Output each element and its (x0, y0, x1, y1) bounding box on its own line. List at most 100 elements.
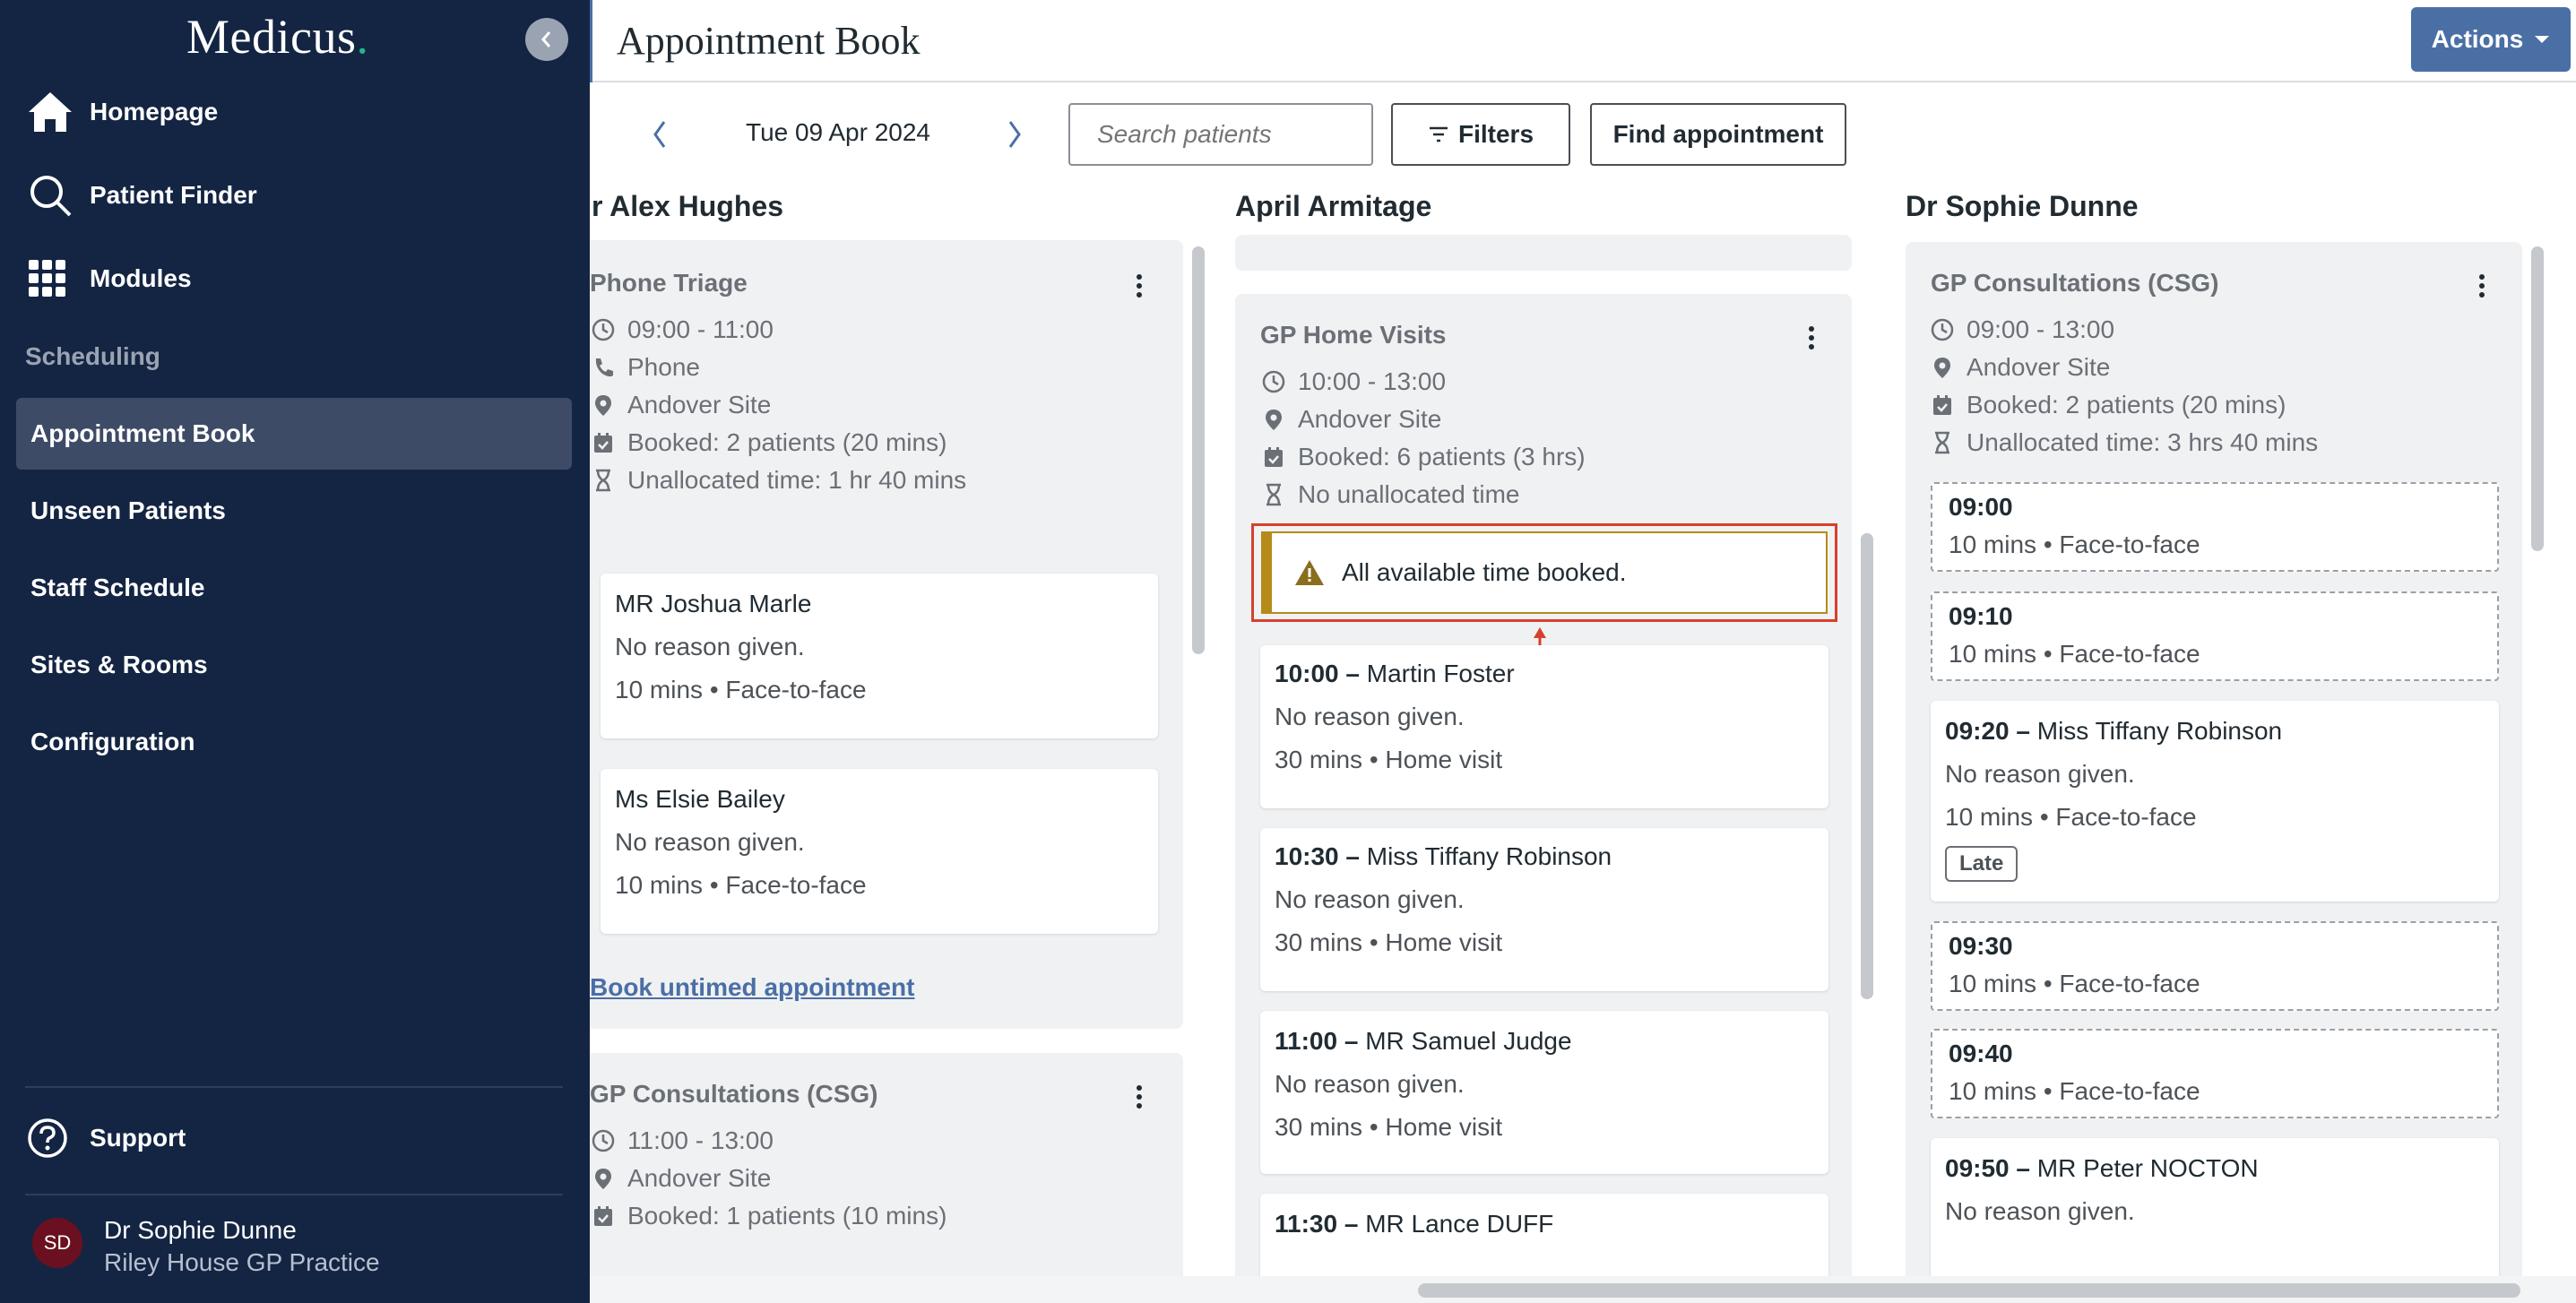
calendar-check-icon (1933, 395, 1951, 415)
appointment-card[interactable]: 09:50 – MR Peter NOCTON No reason given. (1931, 1138, 2499, 1299)
kebab-menu-icon[interactable] (1809, 326, 1814, 353)
appointment-card[interactable]: 11:00 – MR Samuel Judge No reason given.… (1260, 1011, 1828, 1174)
kebab-menu-icon[interactable] (1137, 274, 1142, 301)
page-header: Appointment Book (590, 0, 2576, 82)
session-unallocated: Unallocated time: 3 hrs 40 mins (1931, 428, 2318, 457)
session-site: Andover Site (592, 391, 771, 419)
session-time: 09:00 - 11:00 (592, 315, 774, 344)
caret-down-icon (2535, 36, 2550, 43)
alert-banner: All available time booked. (1261, 531, 1828, 614)
clock-icon (592, 318, 615, 341)
home-icon (29, 92, 72, 132)
chevron-left-icon (541, 31, 551, 47)
previous-day-icon[interactable] (651, 115, 669, 154)
filter-icon (1429, 126, 1448, 142)
column-scrollbar[interactable] (2531, 246, 2544, 551)
annotation-highlight: All available time booked. (1251, 523, 1837, 622)
section-title-scheduling: Scheduling (25, 342, 160, 370)
page-title: Appointment Book (617, 19, 921, 63)
session-site: Andover Site (1262, 405, 1441, 434)
free-slot[interactable]: 09:00 10 mins • Face-to-face (1931, 482, 2499, 572)
session-booked: Booked: 2 patients (20 mins) (592, 428, 947, 457)
sidebar-item-staff-schedule[interactable]: Staff Schedule (16, 552, 572, 624)
column-header-april-armitage: April Armitage (1235, 190, 1432, 222)
session-unallocated: No unallocated time (1262, 480, 1519, 509)
sidebar-item-configuration[interactable]: Configuration (16, 706, 572, 778)
session-gp-home-visits: GP Home Visits 10:00 - 13:00 Andover Sit… (1235, 294, 1852, 1303)
current-date[interactable]: Tue 09 Apr 2024 (746, 118, 930, 147)
sidebar-item-unseen-patients[interactable]: Unseen Patients (16, 475, 572, 547)
filters-button[interactable]: Filters (1391, 103, 1570, 166)
session-site: Andover Site (592, 1164, 771, 1193)
session-time: 10:00 - 13:00 (1262, 367, 1446, 396)
find-appointment-label: Find appointment (1612, 120, 1824, 148)
kebab-menu-icon[interactable] (1137, 1085, 1142, 1112)
sidebar: Medicus. Homepage Patient Finder Modules… (0, 0, 590, 1303)
actions-label: Actions (2431, 25, 2524, 53)
hourglass-icon (596, 469, 610, 492)
appointment-card[interactable]: 09:20 – Miss Tiffany Robinson No reason … (1931, 701, 2499, 902)
collapse-sidebar-button[interactable] (525, 18, 568, 61)
sidebar-item-sites-rooms[interactable]: Sites & Rooms (16, 629, 572, 701)
session-booked: Booked: 2 patients (20 mins) (1931, 391, 2286, 419)
location-pin-icon (1934, 358, 1950, 378)
warning-icon (1295, 560, 1324, 585)
kebab-menu-icon[interactable] (2479, 274, 2485, 301)
user-practice: Riley House GP Practice (104, 1248, 380, 1276)
avatar: SD (32, 1218, 82, 1268)
appointment-card[interactable]: 10:30 – Miss Tiffany Robinson No reason … (1260, 828, 1828, 991)
clock-icon (1931, 318, 1954, 341)
column-header-alex-hughes: r Alex Hughes (592, 190, 783, 222)
horizontal-scrollbar[interactable] (1418, 1283, 2520, 1298)
session-title: GP Consultations (CSG) (590, 1080, 878, 1108)
session-previous (1235, 235, 1852, 271)
search-input[interactable] (1068, 103, 1373, 166)
session-booked: Booked: 1 patients (10 mins) (592, 1202, 947, 1230)
user-name: Dr Sophie Dunne (104, 1216, 297, 1244)
hourglass-icon (1935, 431, 1949, 454)
column-header-sophie-dunne: Dr Sophie Dunne (1906, 190, 2139, 222)
clock-icon (592, 1129, 615, 1152)
free-slot[interactable]: 09:30 10 mins • Face-to-face (1931, 921, 2499, 1011)
filters-label: Filters (1457, 120, 1534, 148)
appointment-card[interactable]: MR Joshua Marle No reason given. 10 mins… (601, 574, 1158, 738)
header-accent (590, 0, 592, 82)
sidebar-item-appointment-book[interactable]: Appointment Book (16, 398, 572, 470)
session-gp-consultations: GP Consultations (CSG) 09:00 - 13:00 And… (1906, 242, 2522, 1303)
session-title: GP Consultations (CSG) (1931, 269, 2219, 297)
phone-icon (595, 358, 613, 377)
logo[interactable]: Medicus. (186, 9, 368, 65)
nav-support[interactable]: Support (0, 1111, 590, 1165)
clock-icon (1262, 370, 1285, 393)
find-appointment-button[interactable]: Find appointment (1590, 103, 1846, 166)
free-slot[interactable]: 09:10 10 mins • Face-to-face (1931, 591, 2499, 681)
location-pin-icon (595, 395, 611, 416)
calendar-check-icon (1265, 447, 1283, 467)
calendar-check-icon (594, 433, 612, 453)
session-time: 09:00 - 13:00 (1931, 315, 2114, 344)
sidebar-divider (25, 1086, 563, 1088)
grid-icon (29, 260, 65, 297)
column-scrollbar[interactable] (1192, 246, 1205, 654)
column-scrollbar[interactable] (1861, 533, 1873, 999)
alert-text: All available time booked. (1342, 558, 1627, 586)
session-gp-consultations: GP Consultations (CSG) 11:00 - 13:00 And… (583, 1053, 1183, 1303)
free-slot[interactable]: 09:40 10 mins • Face-to-face (1931, 1029, 2499, 1118)
next-day-icon[interactable] (1006, 115, 1024, 154)
session-unallocated: Unallocated time: 1 hr 40 mins (592, 466, 966, 495)
search-icon (30, 176, 72, 217)
session-title: GP Home Visits (1260, 321, 1447, 349)
session-type: Phone (592, 353, 700, 382)
session-time: 11:00 - 13:00 (592, 1126, 774, 1155)
sidebar-divider (25, 1194, 563, 1195)
session-phone-triage: Phone Triage 09:00 - 11:00 Phone Andover… (583, 240, 1183, 1029)
appointment-card[interactable]: 10:00 – Martin Foster No reason given. 3… (1260, 645, 1828, 808)
session-title: Phone Triage (590, 269, 748, 297)
actions-button[interactable]: Actions (2411, 7, 2571, 72)
late-badge: Late (1945, 846, 2018, 882)
hourglass-icon (1266, 483, 1281, 506)
location-pin-icon (595, 1169, 611, 1189)
book-untimed-appointment-link[interactable]: Book untimed appointment (590, 973, 914, 1002)
appointment-card[interactable]: Ms Elsie Bailey No reason given. 10 mins… (601, 769, 1158, 934)
help-circle-icon (28, 1118, 67, 1158)
